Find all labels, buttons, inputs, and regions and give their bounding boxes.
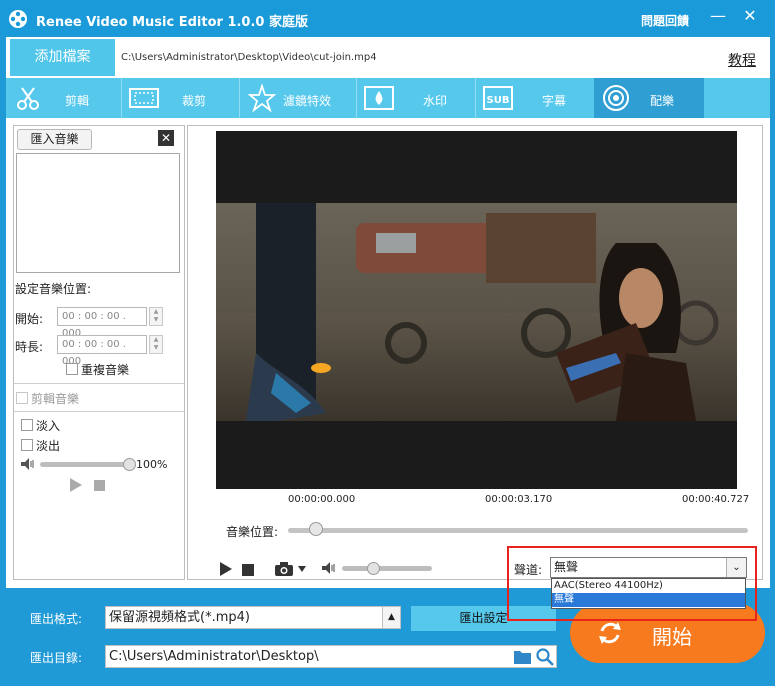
music-list[interactable] <box>16 153 180 273</box>
music-icon <box>603 85 629 111</box>
volume-icon <box>21 458 34 470</box>
tab-subtitle[interactable]: SUB 字幕 <box>476 78 594 118</box>
tab-cut-label: 剪輯 <box>65 94 90 108</box>
set-position-label: 設定音樂位置: <box>15 282 92 296</box>
main-content: 匯入音樂 ✕ 設定音樂位置: 開始: 00 : 00 : 00 . 000 ▲ ▼… <box>6 118 770 588</box>
music-position-slider[interactable] <box>288 528 748 533</box>
music-volume-thumb[interactable] <box>123 458 136 471</box>
music-volume-slider[interactable] <box>40 462 130 467</box>
stop-icon[interactable] <box>94 480 105 491</box>
sparkle-icon <box>247 83 277 113</box>
music-position-thumb[interactable] <box>308 522 323 536</box>
repeat-music-checkbox[interactable] <box>66 363 78 375</box>
close-button[interactable]: ✕ <box>742 8 758 24</box>
refresh-icon <box>599 622 621 644</box>
tab-effects[interactable]: 濾鏡特效 <box>240 78 356 118</box>
start-button-label: 開始 <box>652 625 692 649</box>
minimize-button[interactable]: — <box>710 8 726 24</box>
remove-music-icon[interactable]: ✕ <box>158 130 174 146</box>
export-format-value: 保留源視頻格式(*.mp4) <box>109 610 250 625</box>
tab-effects-label: 濾鏡特效 <box>283 94 332 108</box>
tab-bar: 剪輯 裁剪 濾鏡特效 水印 SUB 字幕 配樂 <box>6 78 770 118</box>
video-preview <box>216 131 737 489</box>
add-file-button[interactable]: 添加檔案 <box>10 39 115 76</box>
cut-music-checkbox[interactable] <box>16 392 28 404</box>
divider <box>14 383 184 384</box>
fade-out-label: 淡出 <box>36 439 61 453</box>
export-dir-input[interactable]: C:\Users\Administrator\Desktop\ <box>105 645 557 668</box>
repeat-music-label: 重複音樂 <box>81 363 130 377</box>
export-format-select[interactable]: 保留源視頻格式(*.mp4) ▲ <box>105 606 401 629</box>
duration-input[interactable]: 00 : 00 : 00 . 000 <box>57 335 147 367</box>
tab-watermark-label: 水印 <box>423 94 448 108</box>
fade-out-checkbox[interactable] <box>21 439 33 451</box>
file-path: C:\Users\Administrator\Desktop\Video\cut… <box>121 52 377 63</box>
tutorial-link[interactable]: 教程 <box>728 50 756 70</box>
export-dir-value: C:\Users\Administrator\Desktop\ <box>109 649 319 664</box>
video-frame <box>216 203 737 421</box>
start-label: 開始: <box>15 312 44 326</box>
divider <box>14 411 184 412</box>
film-reel-icon <box>9 10 27 28</box>
volume-icon <box>322 562 335 574</box>
timecode-end: 00:00:40.727 <box>682 494 750 505</box>
crop-icon <box>129 88 159 108</box>
player-volume-slider[interactable] <box>342 566 432 571</box>
folder-icon[interactable] <box>514 649 531 664</box>
music-panel: 匯入音樂 ✕ 設定音樂位置: 開始: 00 : 00 : 00 . 000 ▲ ▼… <box>13 125 185 580</box>
subtitle-icon: SUB <box>483 86 513 110</box>
search-icon[interactable] <box>536 648 554 666</box>
file-bar: 添加檔案 C:\Users\Administrator\Desktop\Vide… <box>6 37 770 78</box>
svg-text:SUB: SUB <box>487 95 510 106</box>
camera-icon[interactable] <box>275 562 293 576</box>
tab-crop[interactable]: 裁剪 <box>122 78 239 118</box>
start-time-input[interactable]: 00 : 00 : 00 . 000 <box>57 307 147 339</box>
play-icon[interactable] <box>219 562 233 576</box>
preview-panel: 00:00:00.000 00:00:03.170 00:00:40.727 音… <box>187 125 763 580</box>
scissors-icon <box>17 87 39 110</box>
timecode-start: 00:00:00.000 <box>288 494 356 505</box>
duration-stepper[interactable]: ▲ ▼ <box>149 335 163 354</box>
music-position-label: 音樂位置: <box>226 525 279 539</box>
chevron-down-icon[interactable] <box>298 566 306 572</box>
feedback-link[interactable]: 問題回饋 <box>641 12 689 29</box>
volume-value: 100% <box>136 458 168 471</box>
fade-in-checkbox[interactable] <box>21 419 33 431</box>
tab-music[interactable]: 配樂 <box>594 78 704 118</box>
start-time-stepper[interactable]: ▲ ▼ <box>149 307 163 326</box>
export-dir-label: 匯出目錄: <box>30 651 83 665</box>
timecode-current: 00:00:03.170 <box>485 494 553 505</box>
tab-cut[interactable]: 剪輯 <box>6 78 121 118</box>
play-icon[interactable] <box>69 478 83 492</box>
tab-watermark[interactable]: 水印 <box>357 78 475 118</box>
stop-icon[interactable] <box>242 564 254 576</box>
watermark-icon <box>364 86 394 110</box>
import-music-button[interactable]: 匯入音樂 <box>17 129 92 150</box>
tab-music-label: 配樂 <box>650 94 675 108</box>
player-volume-thumb[interactable] <box>366 562 380 575</box>
chevron-up-icon[interactable]: ▲ <box>382 607 400 628</box>
cut-music-label: 剪輯音樂 <box>31 392 80 406</box>
fade-in-label: 淡入 <box>36 419 61 433</box>
highlight-box <box>507 546 757 621</box>
tab-subtitle-label: 字幕 <box>542 94 567 108</box>
duration-label: 時長: <box>15 340 44 354</box>
export-format-label: 匯出格式: <box>30 612 83 626</box>
app-title: Renee Video Music Editor 1.0.0 家庭版 <box>36 15 308 30</box>
tab-crop-label: 裁剪 <box>182 94 207 108</box>
title-bar: Renee Video Music Editor 1.0.0 家庭版 問題回饋 … <box>0 0 775 36</box>
